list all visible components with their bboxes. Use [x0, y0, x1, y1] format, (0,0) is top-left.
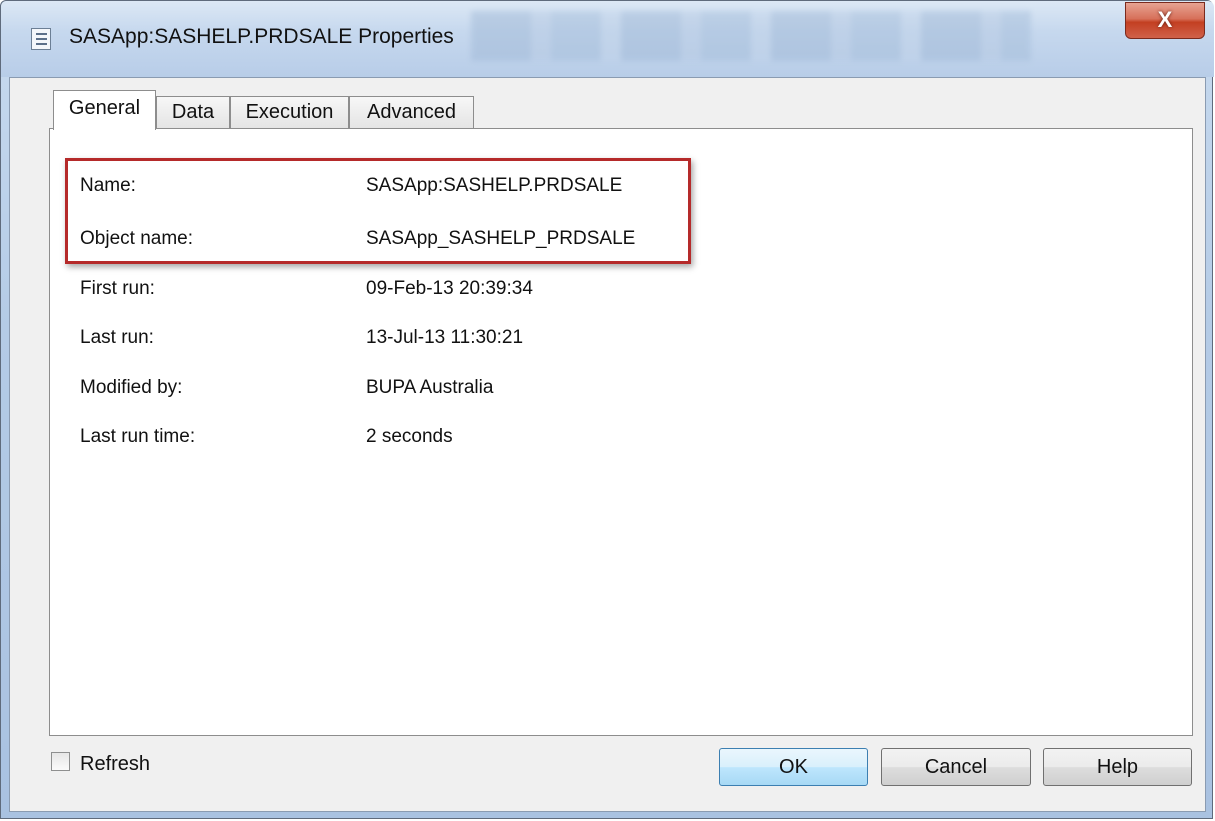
tab-data[interactable]: Data — [156, 96, 230, 128]
properties-icon — [31, 28, 51, 50]
tab-advanced[interactable]: Advanced — [349, 96, 474, 128]
last-run-value: 13-Jul-13 11:30:21 — [366, 327, 524, 348]
first-run-value: 09-Feb-13 20:39:34 — [366, 278, 533, 299]
last-run-time-label: Last run time: — [80, 426, 196, 447]
tab-execution[interactable]: Execution — [230, 96, 349, 128]
help-button[interactable]: Help — [1043, 748, 1192, 786]
last-run-time-value: 2 seconds — [366, 426, 453, 447]
refresh-label[interactable]: Refresh — [80, 753, 150, 776]
ok-button[interactable]: OK — [719, 748, 868, 786]
modified-by-label: Modified by: — [80, 377, 183, 398]
tab-general[interactable]: General — [53, 90, 156, 130]
object-name-label: Object name: — [80, 228, 193, 249]
title-bar[interactable]: SASApp:SASHELP.PRDSALE Properties X — [1, 1, 1214, 77]
last-run-label: Last run: — [80, 327, 154, 348]
close-icon: X — [1157, 7, 1173, 32]
first-run-label: First run: — [80, 278, 155, 299]
close-button[interactable]: X — [1125, 2, 1205, 39]
modified-by-value: BUPA Australia — [366, 377, 494, 398]
object-name-value: SASApp_SASHELP_PRDSALE — [366, 228, 636, 249]
refresh-checkbox[interactable] — [51, 752, 70, 771]
name-value: SASApp:SASHELP.PRDSALE — [366, 175, 623, 196]
title-bar-background — [471, 11, 1031, 61]
name-label: Name: — [80, 175, 136, 196]
cancel-button[interactable]: Cancel — [881, 748, 1031, 786]
window-title: SASApp:SASHELP.PRDSALE Properties — [69, 25, 454, 48]
